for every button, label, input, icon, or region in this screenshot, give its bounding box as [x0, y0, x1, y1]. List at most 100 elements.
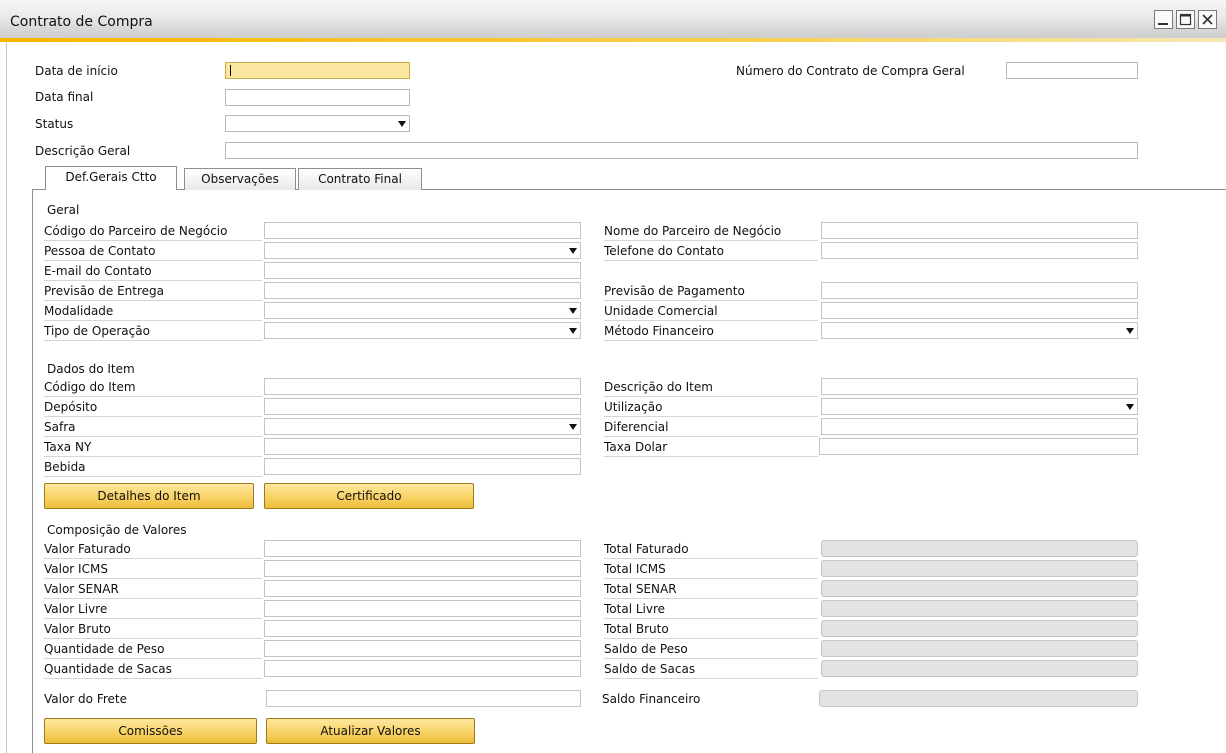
descricao-item-input[interactable] [821, 378, 1138, 395]
codigo-item-input[interactable] [264, 378, 581, 395]
valores-section-title: Composição de Valores [47, 523, 187, 537]
diferencial-label: Diferencial [604, 418, 818, 437]
codigo-parceiro-label: Código do Parceiro de Negócio [44, 222, 262, 241]
pessoa-contato-select[interactable] [264, 242, 581, 259]
valor-icms-input[interactable] [264, 560, 581, 577]
bebida-input[interactable] [264, 458, 581, 475]
valor-frete-label: Valor do Frete [44, 692, 127, 706]
saldo-peso-label: Saldo de Peso [604, 640, 818, 659]
telefone-contato-label: Telefone do Contato [604, 242, 818, 261]
close-button[interactable] [1198, 10, 1217, 29]
atualizar-valores-button[interactable]: Atualizar Valores [266, 718, 475, 744]
email-contato-label: E-mail do Contato [44, 262, 262, 281]
maximize-icon [1179, 13, 1192, 26]
comissoes-button[interactable]: Comissões [44, 718, 257, 744]
codigo-parceiro-input[interactable] [264, 222, 581, 239]
total-faturado-field [821, 540, 1138, 557]
unidade-comercial-input[interactable] [821, 302, 1138, 319]
codigo-item-label: Código do Item [44, 378, 262, 397]
total-faturado-label: Total Faturado [604, 540, 818, 559]
valor-faturado-input[interactable] [264, 540, 581, 557]
minimize-button[interactable] [1154, 10, 1173, 29]
email-contato-input[interactable] [264, 262, 581, 279]
valor-bruto-label: Valor Bruto [44, 620, 262, 639]
quantidade-peso-input[interactable] [264, 640, 581, 657]
minimize-icon [1158, 23, 1168, 25]
valor-senar-label: Valor SENAR [44, 580, 262, 599]
total-icms-field [821, 560, 1138, 577]
utilizacao-select[interactable] [821, 398, 1138, 415]
metodo-financeiro-label: Método Financeiro [604, 322, 818, 341]
detalhes-item-button[interactable]: Detalhes do Item [44, 483, 254, 509]
dropdown-arrow-icon [569, 328, 577, 334]
valor-senar-input[interactable] [264, 580, 581, 597]
taxa-ny-input[interactable] [264, 438, 581, 455]
total-icms-label: Total ICMS [604, 560, 818, 579]
saldo-financeiro-label: Saldo Financeiro [602, 692, 701, 706]
nome-parceiro-label: Nome do Parceiro de Negócio [604, 222, 818, 241]
valor-livre-label: Valor Livre [44, 600, 262, 619]
status-label: Status [35, 117, 74, 131]
descricao-item-label: Descrição do Item [604, 378, 818, 397]
total-senar-field [821, 580, 1138, 597]
previsao-pagamento-input[interactable] [821, 282, 1138, 299]
geral-section-title: Geral [47, 203, 80, 217]
dropdown-arrow-icon [569, 308, 577, 314]
data-final-label: Data final [35, 90, 94, 104]
deposito-input[interactable] [264, 398, 581, 415]
saldo-sacas-label: Saldo de Sacas [604, 660, 818, 679]
descricao-geral-label: Descrição Geral [35, 144, 131, 158]
diferencial-input[interactable] [821, 418, 1138, 435]
tab-observacoes[interactable]: Observações [184, 168, 296, 190]
dropdown-arrow-icon [1126, 404, 1134, 410]
total-livre-label: Total Livre [604, 600, 818, 619]
nome-parceiro-input[interactable] [821, 222, 1138, 239]
safra-select[interactable] [264, 418, 581, 435]
dropdown-arrow-icon [569, 248, 577, 254]
data-final-input[interactable] [225, 89, 410, 106]
utilizacao-label: Utilização [604, 398, 818, 417]
maximize-button[interactable] [1176, 10, 1195, 29]
status-select[interactable] [225, 115, 410, 132]
tab-panel-border [32, 189, 33, 753]
numero-contrato-label: Número do Contrato de Compra Geral [736, 64, 965, 78]
certificado-button[interactable]: Certificado [264, 483, 474, 509]
window-frame-left [6, 42, 7, 753]
total-livre-field [821, 600, 1138, 617]
numero-contrato-input[interactable] [1006, 62, 1138, 79]
valor-frete-input[interactable] [266, 690, 581, 707]
total-bruto-label: Total Bruto [604, 620, 818, 639]
valor-livre-input[interactable] [264, 600, 581, 617]
modalidade-select[interactable] [264, 302, 581, 319]
tab-contrato-final[interactable]: Contrato Final [298, 168, 422, 190]
unidade-comercial-label: Unidade Comercial [604, 302, 818, 321]
quantidade-sacas-label: Quantidade de Sacas [44, 660, 262, 679]
dropdown-arrow-icon [1126, 328, 1134, 334]
saldo-sacas-field [821, 660, 1138, 677]
taxa-ny-label: Taxa NY [44, 438, 262, 457]
previsao-entrega-input[interactable] [264, 282, 581, 299]
total-bruto-field [821, 620, 1138, 637]
saldo-peso-field [821, 640, 1138, 657]
close-icon [1202, 14, 1213, 25]
quantidade-sacas-input[interactable] [264, 660, 581, 677]
tab-def-gerais[interactable]: Def.Gerais Ctto [45, 166, 177, 190]
bebida-label: Bebida [44, 458, 262, 477]
descricao-geral-input[interactable] [225, 142, 1138, 159]
telefone-contato-input[interactable] [821, 242, 1138, 259]
taxa-dolar-label: Taxa Dolar [604, 438, 818, 457]
saldo-financeiro-field [819, 690, 1138, 707]
valor-bruto-input[interactable] [264, 620, 581, 637]
deposito-label: Depósito [44, 398, 262, 417]
tipo-operacao-select[interactable] [264, 322, 581, 339]
data-inicio-input[interactable] [225, 62, 410, 79]
window-titlebar: Contrato de Compra [0, 0, 1226, 42]
taxa-dolar-input[interactable] [819, 438, 1138, 455]
total-senar-label: Total SENAR [604, 580, 818, 599]
metodo-financeiro-select[interactable] [821, 322, 1138, 339]
previsao-entrega-label: Previsão de Entrega [44, 282, 262, 301]
window-title: Contrato de Compra [10, 14, 153, 30]
previsao-pagamento-label: Previsão de Pagamento [604, 282, 818, 301]
pessoa-contato-label: Pessoa de Contato [44, 242, 262, 261]
valor-faturado-label: Valor Faturado [44, 540, 262, 559]
